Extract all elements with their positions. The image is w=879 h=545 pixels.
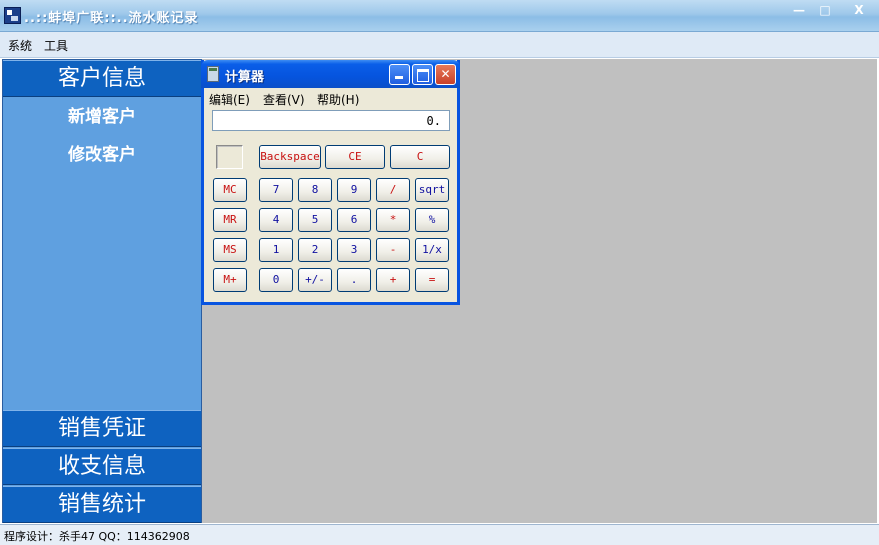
clear-button[interactable]: C bbox=[390, 145, 450, 169]
equals-button[interactable]: = bbox=[415, 268, 449, 292]
digit-3-button[interactable]: 3 bbox=[337, 238, 371, 262]
digit-1-button[interactable]: 1 bbox=[259, 238, 293, 262]
divide-button[interactable]: / bbox=[376, 178, 410, 202]
menu-tools[interactable]: 工具 bbox=[44, 37, 68, 54]
sidebar-item-edit-customer[interactable]: 修改客户 bbox=[3, 140, 201, 165]
clear-entry-button[interactable]: CE bbox=[325, 145, 385, 169]
memory-store-button[interactable]: MS bbox=[213, 238, 247, 262]
calculator-title-bar[interactable]: 计算器 ✕ bbox=[201, 60, 460, 88]
digit-4-button[interactable]: 4 bbox=[259, 208, 293, 232]
sidebar-item-add-customer[interactable]: 新增客户 bbox=[3, 102, 201, 127]
minimize-button[interactable]: — bbox=[786, 2, 812, 20]
memory-add-button[interactable]: M+ bbox=[213, 268, 247, 292]
digit-6-button[interactable]: 6 bbox=[337, 208, 371, 232]
digit-8-button[interactable]: 8 bbox=[298, 178, 332, 202]
status-bar: 程序设计：杀手47 QQ：114362908 bbox=[0, 524, 879, 545]
calculator-maximize-button[interactable] bbox=[412, 64, 433, 85]
calculator-menu-edit[interactable]: 编辑(E) bbox=[209, 91, 250, 108]
calculator-menu-view[interactable]: 查看(V) bbox=[263, 91, 305, 108]
digit-5-button[interactable]: 5 bbox=[298, 208, 332, 232]
calculator-title: 计算器 bbox=[225, 70, 265, 85]
digit-7-button[interactable]: 7 bbox=[259, 178, 293, 202]
decimal-point-button[interactable]: . bbox=[337, 268, 371, 292]
sqrt-button[interactable]: sqrt bbox=[415, 178, 449, 202]
memory-indicator bbox=[216, 145, 243, 169]
sidebar-header-income-expense[interactable]: 收支信息 bbox=[3, 448, 201, 485]
percent-button[interactable]: % bbox=[415, 208, 449, 232]
app-icon bbox=[4, 7, 21, 24]
digit-0-button[interactable]: 0 bbox=[259, 268, 293, 292]
status-text: 程序设计：杀手47 QQ：114362908 bbox=[4, 530, 190, 543]
menu-bar: 系统 工具 bbox=[0, 32, 879, 58]
memory-clear-button[interactable]: MC bbox=[213, 178, 247, 202]
calculator-icon bbox=[207, 66, 219, 82]
window-title: ..::蚌埠广联::..流水账记录 bbox=[24, 11, 199, 26]
sidebar-header-sales-stats[interactable]: 销售统计 bbox=[3, 486, 201, 523]
maximize-button[interactable]: □ bbox=[812, 2, 838, 20]
menu-system[interactable]: 系统 bbox=[8, 37, 32, 54]
memory-recall-button[interactable]: MR bbox=[213, 208, 247, 232]
add-button[interactable]: + bbox=[376, 268, 410, 292]
main-title-bar: ..::蚌埠广联::..流水账记录 — □ X bbox=[0, 0, 879, 32]
calculator-minimize-button[interactable] bbox=[389, 64, 410, 85]
reciprocal-button[interactable]: 1/x bbox=[415, 238, 449, 262]
sidebar: 客户信息 新增客户 修改客户 销售凭证 收支信息 销售统计 bbox=[2, 59, 202, 523]
backspace-button[interactable]: Backspace bbox=[259, 145, 321, 169]
sign-toggle-button[interactable]: +/- bbox=[298, 268, 332, 292]
sidebar-header-customer-info[interactable]: 客户信息 bbox=[3, 60, 201, 97]
digit-9-button[interactable]: 9 bbox=[337, 178, 371, 202]
calculator-window: 计算器 ✕ 编辑(E) 查看(V) 帮助(H) 0. Backspace CE … bbox=[201, 60, 460, 305]
multiply-button[interactable]: * bbox=[376, 208, 410, 232]
calculator-display: 0. bbox=[212, 110, 450, 131]
close-button[interactable]: X bbox=[846, 2, 872, 20]
calculator-menu-help[interactable]: 帮助(H) bbox=[317, 91, 359, 108]
calculator-close-button[interactable]: ✕ bbox=[435, 64, 456, 85]
digit-2-button[interactable]: 2 bbox=[298, 238, 332, 262]
sidebar-header-sales-voucher[interactable]: 销售凭证 bbox=[3, 410, 201, 447]
subtract-button[interactable]: - bbox=[376, 238, 410, 262]
